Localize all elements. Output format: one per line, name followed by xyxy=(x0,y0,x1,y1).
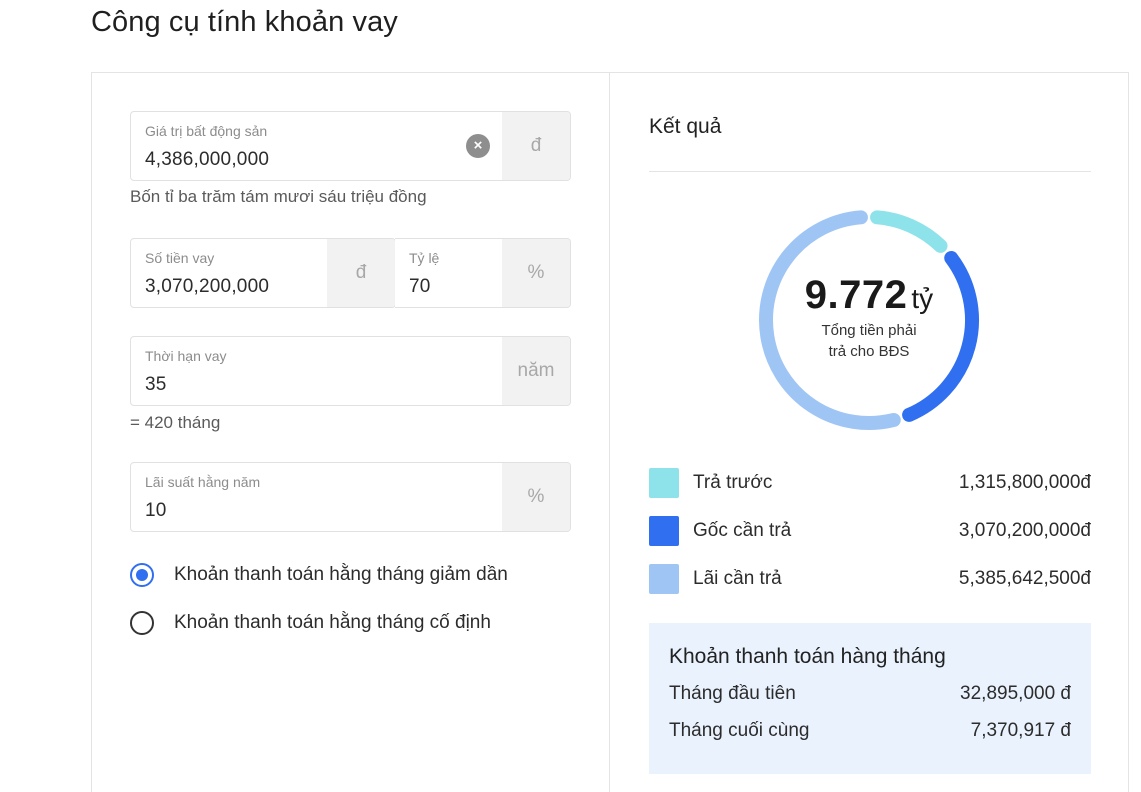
legend-swatch xyxy=(649,468,679,498)
loan-term-input[interactable]: 35 xyxy=(145,374,488,396)
total-caption: Tổng tiền phải trả cho BĐS xyxy=(758,320,980,362)
property-value-words: Bốn tỉ ba trăm tám mươi sáu triệu đồng xyxy=(130,187,427,206)
result-title: Kết quả xyxy=(649,115,722,138)
loan-term-months: = 420 tháng xyxy=(130,413,221,432)
property-value-input[interactable]: 4,386,000,000 xyxy=(145,149,488,171)
interest-rate-input[interactable]: 10 xyxy=(145,500,488,522)
property-value-label: Giá trị bất động sản xyxy=(145,123,268,139)
loan-term-field[interactable]: Thời hạn vay 35 năm xyxy=(130,336,571,406)
interest-rate-unit: % xyxy=(502,463,570,531)
ratio-unit: % xyxy=(502,239,570,307)
legend-label: Trả trước xyxy=(693,472,773,493)
ratio-label: Tỷ lệ xyxy=(409,250,440,266)
monthly-payment-title: Khoản thanh toán hàng tháng xyxy=(669,645,946,668)
total-amount: 9.772 xyxy=(804,273,908,317)
loan-amount-unit: đ xyxy=(327,239,395,307)
property-value-unit: đ xyxy=(502,112,570,180)
legend-value: 1,315,800,000đ xyxy=(958,472,1091,493)
last-month-row: Tháng cuối cùng 7,370,917 đ xyxy=(669,720,1071,742)
loan-calculator-card: Giá trị bất động sản 4,386,000,000 × đ B… xyxy=(91,72,1129,792)
loan-amount-field[interactable]: Số tiền vay 3,070,200,000 đ xyxy=(130,238,396,308)
radio-fixed-payment[interactable]: Khoản thanh toán hằng tháng cố định xyxy=(130,611,491,635)
legend-principal: Gốc cần trả 3,070,200,000đ xyxy=(649,516,1091,546)
legend-value: 3,070,200,000đ xyxy=(958,520,1091,541)
legend-label: Lãi cần trả xyxy=(693,568,782,589)
legend-swatch xyxy=(649,564,679,594)
close-icon[interactable]: × xyxy=(466,134,490,158)
total-unit: tỷ xyxy=(911,283,934,314)
loan-amount-input[interactable]: 3,070,200,000 xyxy=(145,276,313,298)
radio-fixed-label[interactable]: Khoản thanh toán hằng tháng cố định xyxy=(174,612,491,634)
donut-center: 9.772 tỷ Tổng tiền phải trả cho BĐS xyxy=(758,273,980,362)
property-value-field[interactable]: Giá trị bất động sản 4,386,000,000 × đ xyxy=(130,111,571,181)
first-month-value: 32,895,000 đ xyxy=(960,683,1071,704)
legend-label: Gốc cần trả xyxy=(693,520,792,541)
ratio-field[interactable]: Tỷ lệ 70 % xyxy=(395,238,571,308)
legend-down-payment: Trả trước 1,315,800,000đ xyxy=(649,468,1091,498)
radio-button-checked[interactable] xyxy=(130,563,154,587)
column-divider xyxy=(609,73,610,792)
first-month-row: Tháng đầu tiên 32,895,000 đ xyxy=(669,683,1071,705)
monthly-payment-box: Khoản thanh toán hàng tháng Tháng đầu ti… xyxy=(649,623,1091,774)
radio-button-unchecked[interactable] xyxy=(130,611,154,635)
legend-value: 5,385,642,500đ xyxy=(958,568,1091,589)
loan-term-unit: năm xyxy=(502,337,570,405)
interest-rate-label: Lãi suất hằng năm xyxy=(145,474,261,490)
last-month-value: 7,370,917 đ xyxy=(970,720,1071,741)
result-divider xyxy=(649,171,1091,172)
legend-interest: Lãi cần trả 5,385,642,500đ xyxy=(649,564,1091,594)
page-title: Công cụ tính khoản vay xyxy=(91,6,398,38)
ratio-input[interactable]: 70 xyxy=(409,276,488,298)
interest-rate-field[interactable]: Lãi suất hằng năm 10 % xyxy=(130,462,571,532)
legend-swatch xyxy=(649,516,679,546)
radio-decreasing-label[interactable]: Khoản thanh toán hằng tháng giảm dần xyxy=(174,564,508,586)
loan-term-label: Thời hạn vay xyxy=(145,348,227,364)
total-caption-line2: trả cho BĐS xyxy=(828,343,910,360)
last-month-label: Tháng cuối cùng xyxy=(669,720,810,741)
total-caption-line1: Tổng tiền phải xyxy=(821,322,917,339)
first-month-label: Tháng đầu tiên xyxy=(669,683,796,704)
radio-decreasing-payment[interactable]: Khoản thanh toán hằng tháng giảm dần xyxy=(130,563,508,587)
donut-slice-down-payment xyxy=(870,210,948,253)
loan-amount-label: Số tiền vay xyxy=(145,250,215,266)
